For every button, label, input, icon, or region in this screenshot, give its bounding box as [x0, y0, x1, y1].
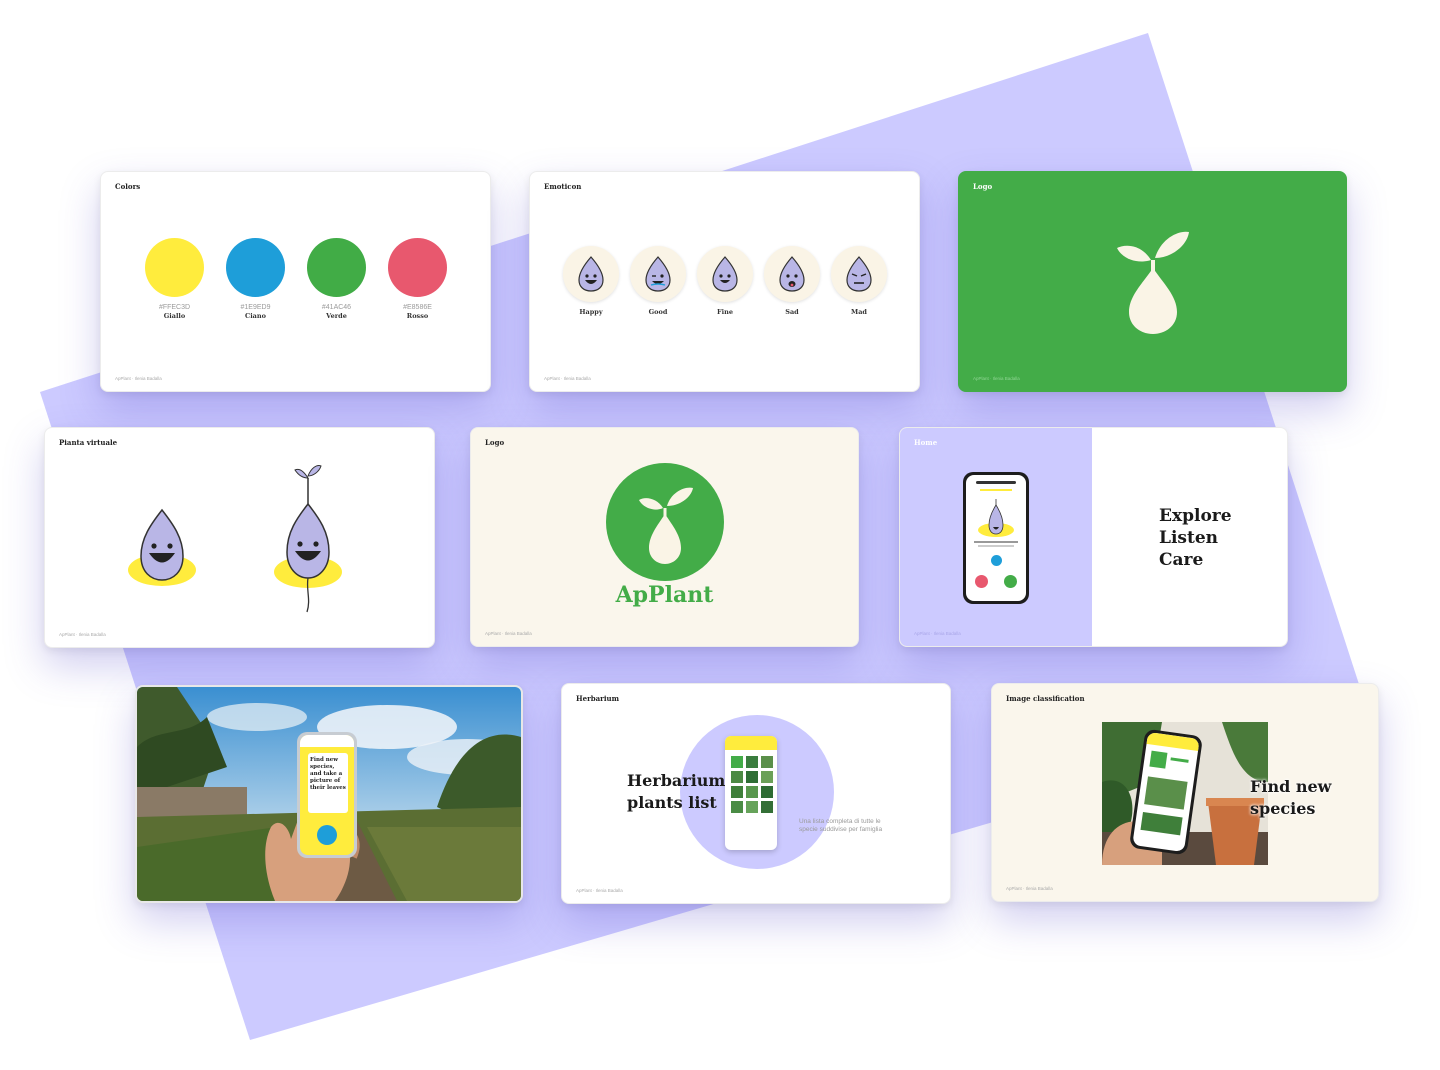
color-hex: #1E9ED9	[240, 304, 271, 311]
card-title: Image classification	[1006, 694, 1085, 703]
card-footer: ApPlant · Ilenia Badalla	[115, 376, 162, 381]
heading-line: species	[1250, 799, 1316, 818]
home-tagline: Explore Listen Care	[1159, 505, 1232, 571]
swatch-ciano: #1E9ED9 Ciano	[226, 238, 285, 320]
phone-mockup: Find new species, and take a picture of …	[297, 732, 357, 858]
applant-round-logo-icon	[606, 463, 724, 581]
plant-button[interactable]	[1004, 575, 1017, 588]
card-title: Emoticon	[544, 182, 582, 191]
card-title: Colors	[115, 182, 141, 191]
card-footer: ApPlant · Ilenia Badalla	[576, 888, 623, 893]
sprout-logo-icon	[1117, 231, 1189, 334]
card-title: Logo	[973, 182, 993, 191]
card-footer: ApPlant · Ilenia Badalla	[914, 631, 961, 636]
sprouted-seed-icon	[274, 465, 342, 613]
tagline-line: Explore	[1159, 506, 1232, 526]
emoticon-fine: Fine	[697, 246, 753, 316]
card-title: Herbarium	[576, 694, 620, 703]
classification-heading: Find new species	[1250, 776, 1331, 820]
emoticon-happy: Happy	[563, 246, 619, 316]
color-name: Rosso	[406, 312, 429, 320]
logo-cream-card: Logo ApPlant ApPlant · Ilenia Badalla	[470, 427, 859, 647]
play-button[interactable]	[975, 575, 988, 588]
colors-card: Colors #FFEC3D Giallo #1E9ED9 Ciano #41A…	[100, 171, 491, 392]
color-hex: #E8586E	[403, 304, 432, 311]
card-footer: ApPlant · Ilenia Badalla	[485, 631, 532, 636]
color-dot	[145, 238, 204, 297]
heading-line: plants list	[627, 793, 717, 812]
emoticon-sad: Sad	[764, 246, 820, 316]
herbarium-screenshot	[725, 736, 777, 850]
color-name: Giallo	[163, 312, 186, 320]
color-dot	[388, 238, 447, 297]
seed-fine-icon	[712, 256, 738, 292]
color-name: Ciano	[245, 312, 266, 320]
card-title: Home	[914, 438, 938, 447]
herbarium-heading: Herbarium plants list	[627, 770, 725, 814]
swatch-row: #FFEC3D Giallo #1E9ED9 Ciano #41AC46 Ver…	[145, 238, 447, 320]
card-footer: ApPlant · Ilenia Badalla	[1006, 886, 1053, 891]
card-footer: ApPlant · Ilenia Badalla	[544, 376, 591, 381]
card-title: Logo	[485, 438, 505, 447]
emoticon-card: Emoticon Happy Good Fine Sad Mad ApPlant…	[529, 171, 920, 392]
emoticon-label: Good	[648, 308, 668, 316]
heading-line: Herbarium	[627, 771, 726, 790]
camera-button[interactable]	[317, 825, 337, 845]
swatch-verde: #41AC46 Verde	[307, 238, 366, 320]
tagline-line: Care	[1159, 550, 1204, 570]
color-dot	[307, 238, 366, 297]
swatch-rosso: #E8586E Rosso	[388, 238, 447, 320]
herbarium-card: Herbarium Herbarium plants list Una list…	[561, 683, 951, 904]
emoticon-label: Sad	[785, 308, 799, 316]
color-dot	[226, 238, 285, 297]
heading-line: Find new	[1250, 777, 1332, 796]
seed-character-icon	[128, 508, 196, 586]
emoticon-label: Mad	[851, 308, 867, 316]
seed-sad-icon	[779, 256, 805, 292]
emoticon-label: Fine	[717, 308, 733, 316]
emoticon-good: Good	[630, 246, 686, 316]
image-classification-card: Image classification Find new species Ap…	[991, 683, 1379, 902]
card-title: Pianta virtuale	[59, 438, 118, 447]
emoticon-label: Happy	[579, 308, 603, 316]
color-hex: #FFEC3D	[158, 304, 191, 311]
phone-seed-icon	[988, 499, 1004, 535]
home-card: Home Explore Listen Care ApPlant · Ileni…	[899, 427, 1288, 647]
phone-caption: Find new species, and take a picture of …	[310, 757, 346, 791]
emoticon-mad: Mad	[831, 246, 887, 316]
seed-good-icon	[645, 256, 671, 292]
color-hex: #41AC46	[321, 304, 352, 311]
emoticon-row: Happy Good Fine Sad Mad	[563, 246, 887, 316]
seed-mad-icon	[846, 256, 872, 292]
herbarium-description: Una lista completa di tutte le specie su…	[799, 818, 883, 833]
tagline-line: Listen	[1159, 528, 1219, 548]
swatch-giallo: #FFEC3D Giallo	[145, 238, 204, 320]
brand-name: ApPlant	[615, 582, 714, 608]
camera-button[interactable]	[991, 555, 1002, 566]
virtual-plant-card: Pianta virtuale ApPlant · Ilenia Badalla	[44, 427, 435, 648]
color-name: Verde	[326, 312, 347, 320]
card-footer: ApPlant · Ilenia Badalla	[973, 376, 1020, 381]
phone-mockup	[963, 472, 1029, 604]
logo-green-card: Logo ApPlant · Ilenia Badalla	[958, 171, 1347, 392]
photo-card: Find new species, and take a picture of …	[135, 685, 523, 903]
card-footer: ApPlant · Ilenia Badalla	[59, 632, 106, 637]
seed-happy-icon	[578, 256, 604, 292]
